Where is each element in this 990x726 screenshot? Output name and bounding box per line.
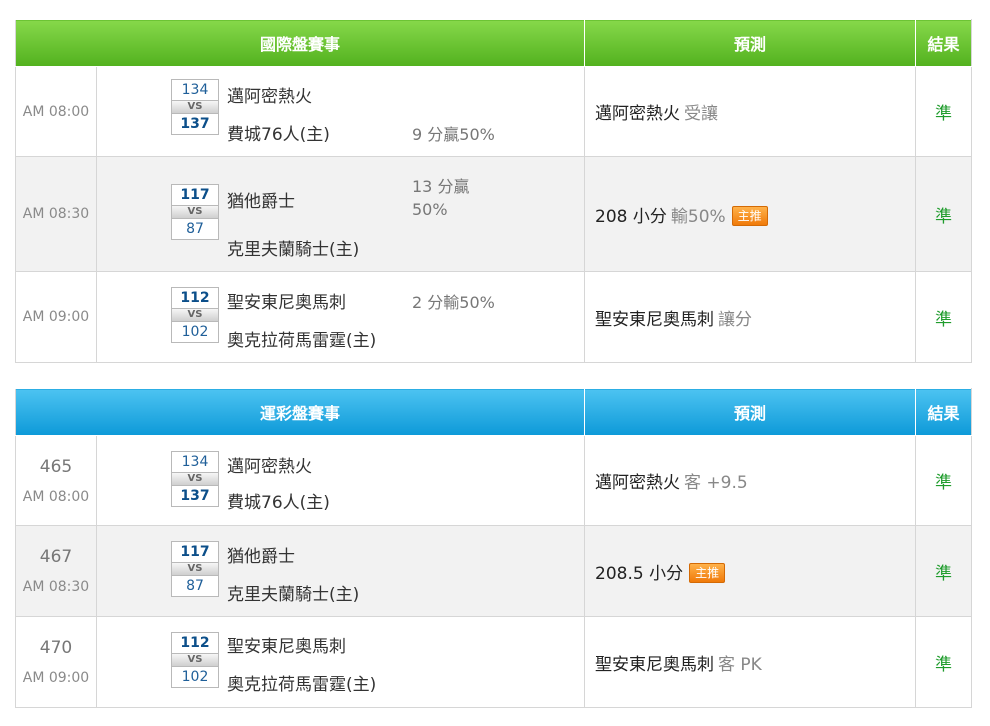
- handicap-line-rate: 50%: [412, 200, 448, 219]
- handicap-line: 9 分贏50%: [412, 125, 495, 144]
- sports-lottery-title: 運彩盤賽事: [14, 388, 586, 436]
- away-score: 112: [171, 632, 219, 654]
- home-score: 102: [171, 666, 219, 688]
- home-score: 87: [171, 218, 219, 240]
- prediction-cell: 聖安東尼奧馬刺客 PK: [584, 616, 917, 708]
- home-score: 102: [171, 321, 219, 343]
- home-team[interactable]: 克里夫蘭騎士(主): [227, 235, 359, 260]
- prediction-pick: 邁阿密熱火: [595, 473, 681, 493]
- international-table: 國際盤賽事 預測 結果 AM 08:00 134 VS 137 邁阿密熱火 費城…: [14, 19, 973, 363]
- home-score: 87: [171, 575, 219, 597]
- away-team[interactable]: 聖安東尼奧馬刺: [227, 632, 346, 657]
- prediction-cell: 208 小分 輸50% 主推: [584, 156, 917, 272]
- away-score: 112: [171, 287, 219, 309]
- home-team[interactable]: 克里夫蘭騎士(主): [227, 580, 359, 605]
- match-cell: 134 VS 137 邁阿密熱火 費城76人(主): [95, 435, 586, 526]
- prediction-sub: 輸50%: [670, 206, 726, 227]
- home-score: 137: [171, 485, 219, 507]
- game-number: 465: [39, 456, 73, 477]
- match-time: AM 08:00: [15, 66, 97, 157]
- match-cell: 112 VS 102 聖安東尼奧馬刺 奧克拉荷馬雷霆(主): [95, 616, 586, 708]
- vs-label: VS: [171, 654, 219, 666]
- prediction-header: 預測: [584, 19, 917, 67]
- result-header: 結果: [915, 388, 973, 436]
- prediction-sub: 客 PK: [718, 654, 762, 675]
- vs-label: VS: [171, 101, 219, 113]
- away-score: 134: [171, 79, 219, 101]
- prediction-sub: 讓分: [718, 309, 753, 330]
- vs-label: VS: [171, 563, 219, 575]
- match-time: AM 08:30: [15, 156, 97, 272]
- prediction-header: 預測: [584, 388, 917, 436]
- game-number: 467: [39, 547, 73, 567]
- prediction-pick: 聖安東尼奧馬刺: [595, 654, 715, 675]
- away-score: 134: [171, 451, 219, 473]
- sports-lottery-table: 運彩盤賽事 預測 結果 465 AM 08:00 134 VS 137 邁阿密熱…: [14, 388, 973, 708]
- handicap-line: 13 分贏: [412, 177, 470, 196]
- match-time-cell: 470 AM 09:00: [15, 616, 97, 708]
- vs-label: VS: [171, 206, 219, 218]
- table-row[interactable]: AM 09:00 112 VS 102 聖安東尼奧馬刺 奧克拉荷馬雷霆(主) 2…: [15, 271, 973, 363]
- match-time: AM 08:00: [22, 488, 90, 505]
- scoreboard: 134 VS 137: [171, 79, 219, 135]
- match-time: AM 09:00: [15, 271, 97, 363]
- scoreboard: 117 VS 87: [171, 184, 219, 240]
- table-row[interactable]: 470 AM 09:00 112 VS 102 聖安東尼奧馬刺 奧克拉荷馬雷霆(…: [15, 616, 973, 708]
- away-score: 117: [171, 541, 219, 563]
- match-cell: 117 VS 87 猶他爵士 克里夫蘭騎士(主): [95, 525, 586, 617]
- match-cell: 112 VS 102 聖安東尼奧馬刺 奧克拉荷馬雷霆(主) 2 分輸50%: [95, 271, 586, 363]
- scoreboard: 117 VS 87: [171, 541, 219, 597]
- prediction-cell: 208.5 小分 主推: [584, 525, 917, 617]
- featured-badge: 主推: [731, 205, 768, 226]
- away-team[interactable]: 邁阿密熱火: [227, 82, 312, 107]
- scoreboard: 112 VS 102: [171, 632, 219, 688]
- home-team[interactable]: 費城76人(主): [227, 488, 330, 513]
- international-header-row: 國際盤賽事 預測 結果: [14, 19, 973, 67]
- away-score: 117: [171, 184, 219, 206]
- scoreboard: 112 VS 102: [171, 287, 219, 343]
- match-time-cell: 465 AM 08:00: [15, 435, 97, 526]
- prediction-sub: 客 +9.5: [684, 473, 748, 493]
- match-time-cell: 467 AM 08:30: [15, 525, 97, 617]
- result-status: 準: [915, 271, 973, 363]
- away-team[interactable]: 猶他爵士: [227, 187, 295, 212]
- away-team[interactable]: 聖安東尼奧馬刺: [227, 288, 346, 313]
- result-status: 準: [915, 525, 973, 617]
- prediction-cell: 邁阿密熱火 受讓: [584, 66, 917, 157]
- home-team[interactable]: 奧克拉荷馬雷霆(主): [227, 326, 376, 351]
- featured-badge: 主推: [689, 562, 726, 583]
- prediction-pick: 208.5 小分: [595, 563, 684, 584]
- match-cell: 134 VS 137 邁阿密熱火 費城76人(主) 9 分贏50%: [95, 66, 586, 157]
- result-status: 準: [915, 616, 973, 708]
- prediction-cell: 聖安東尼奧馬刺 讓分: [584, 271, 917, 363]
- table-row[interactable]: 467 AM 08:30 117 VS 87 猶他爵士 克里夫蘭騎士(主) 20…: [15, 525, 973, 617]
- table-row[interactable]: 465 AM 08:00 134 VS 137 邁阿密熱火 費城76人(主) 邁…: [15, 435, 973, 526]
- away-team[interactable]: 猶他爵士: [227, 542, 295, 567]
- table-row[interactable]: AM 08:00 134 VS 137 邁阿密熱火 費城76人(主) 9 分贏5…: [15, 66, 973, 157]
- match-cell: 117 VS 87 猶他爵士 克里夫蘭騎士(主) 13 分贏 50%: [95, 156, 586, 272]
- match-time: AM 08:30: [22, 579, 90, 595]
- prediction-cell: 邁阿密熱火客 +9.5: [584, 435, 917, 526]
- vs-label: VS: [171, 473, 219, 485]
- prediction-pick: 聖安東尼奧馬刺: [595, 309, 715, 330]
- result-status: 準: [915, 435, 973, 526]
- home-team[interactable]: 費城76人(主): [227, 120, 330, 145]
- result-header: 結果: [915, 19, 973, 67]
- handicap-line: 2 分輸50%: [412, 293, 495, 312]
- match-time: AM 09:00: [22, 670, 90, 686]
- away-team[interactable]: 邁阿密熱火: [227, 452, 312, 477]
- scoreboard: 134 VS 137: [171, 451, 219, 507]
- prediction-pick: 208 小分: [595, 206, 667, 227]
- home-team[interactable]: 奧克拉荷馬雷霆(主): [227, 670, 376, 695]
- game-number: 470: [39, 638, 73, 658]
- vs-label: VS: [171, 309, 219, 321]
- sports-lottery-header-row: 運彩盤賽事 預測 結果: [14, 388, 973, 436]
- international-title: 國際盤賽事: [14, 19, 586, 67]
- result-status: 準: [915, 66, 973, 157]
- prediction-pick: 邁阿密熱火: [595, 104, 681, 124]
- home-score: 137: [171, 113, 219, 135]
- table-row[interactable]: AM 08:30 117 VS 87 猶他爵士 克里夫蘭騎士(主) 13 分贏 …: [15, 156, 973, 272]
- prediction-sub: 受讓: [684, 104, 719, 124]
- result-status: 準: [915, 156, 973, 272]
